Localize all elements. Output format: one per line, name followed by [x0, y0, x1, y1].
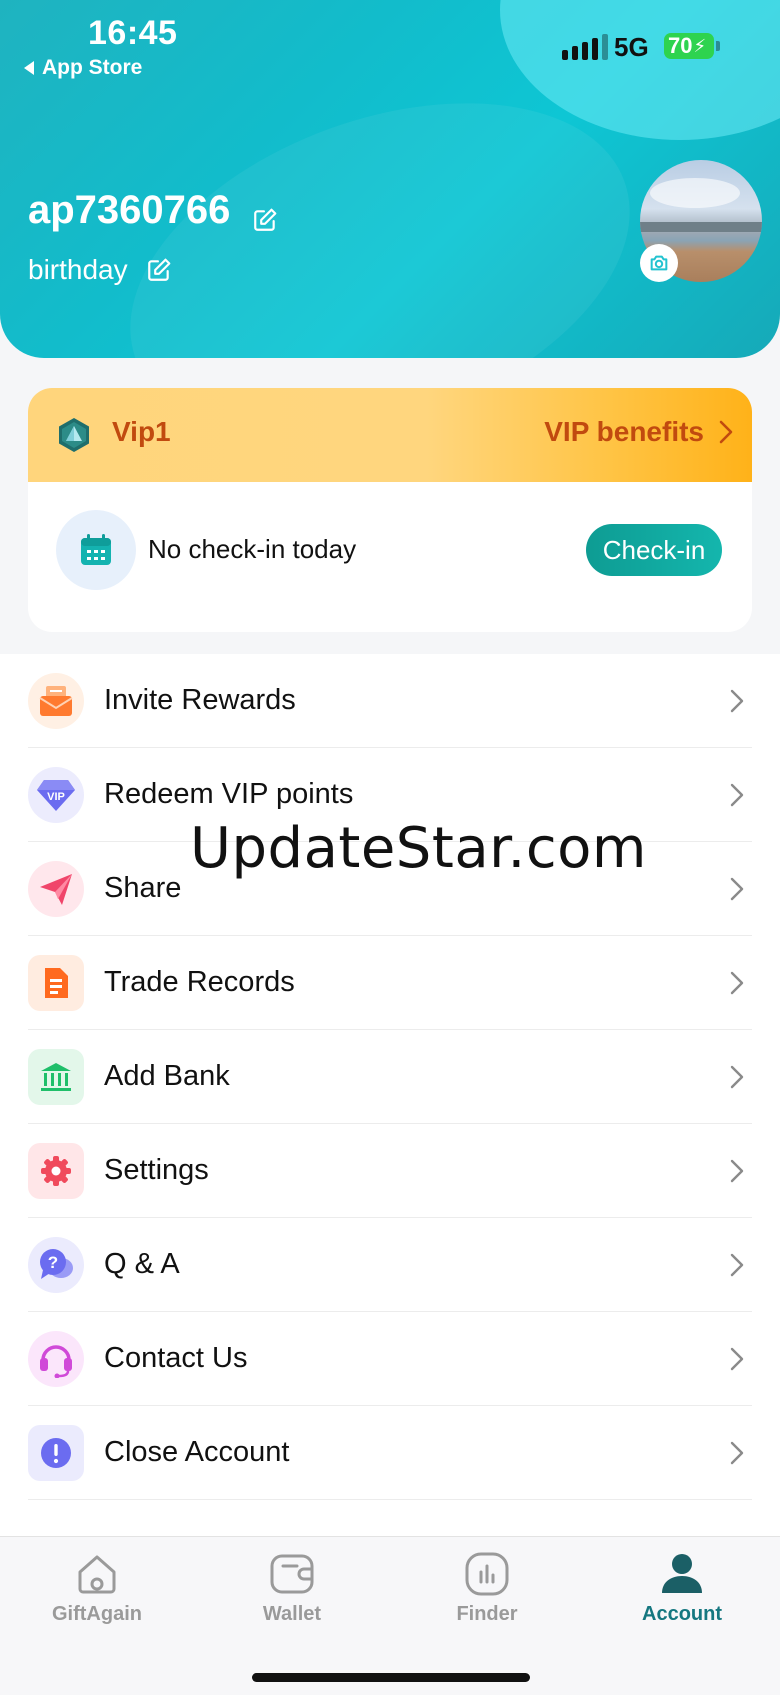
chevron-right-icon: [730, 1065, 744, 1089]
chevron-right-icon: [730, 971, 744, 995]
network-type: 5G: [614, 32, 649, 62]
document-icon: [28, 954, 84, 1011]
paper-plane-icon: [28, 860, 84, 917]
back-to-app-store[interactable]: App Store: [24, 56, 142, 80]
calendar-icon: [81, 534, 111, 565]
alert-icon: [28, 1424, 84, 1481]
tab-giftagain[interactable]: GiftAgain: [22, 1551, 172, 1626]
chevron-right-icon: [730, 1347, 744, 1371]
chevron-right-icon: [730, 1159, 744, 1183]
vip-level: Vip1: [112, 416, 171, 447]
birthday-row: birthday: [28, 254, 172, 286]
chevron-right-icon: [719, 420, 733, 444]
battery-level: 70: [668, 33, 693, 58]
edit-username-icon[interactable]: [252, 198, 278, 231]
home-indicator: [252, 1673, 530, 1682]
status-time: 16:45: [88, 14, 178, 52]
vip-gem-icon: [59, 418, 89, 452]
menu-label: Close Account: [104, 1436, 290, 1468]
edit-birthday-icon[interactable]: [146, 257, 172, 283]
calendar-icon-wrap: [56, 510, 136, 590]
charging-bolt-icon: ⚡: [693, 36, 707, 56]
tab-account[interactable]: Account: [607, 1551, 757, 1626]
menu-label: Add Bank: [104, 1060, 230, 1092]
svg-text:?: ?: [48, 1253, 58, 1272]
menu-item-settings[interactable]: Settings: [28, 1124, 752, 1218]
vip-benefits-label: VIP benefits: [544, 416, 704, 447]
wallet-icon: [270, 1554, 314, 1594]
signal-icon: [562, 34, 608, 60]
tab-label: Wallet: [262, 1603, 322, 1625]
bank-icon: [28, 1048, 84, 1105]
profile-header: 16:45 App Store 5G 70 ⚡ ap7360766 birthd…: [0, 0, 780, 358]
username-row: ap7360766: [28, 188, 278, 233]
camera-icon[interactable]: [640, 244, 678, 282]
menu-label: Settings: [104, 1154, 209, 1186]
menu-label: Invite Rewards: [104, 684, 296, 716]
menu-label: Q & A: [104, 1248, 180, 1280]
question-bubble-icon: ?: [28, 1236, 84, 1293]
svg-text:VIP: VIP: [47, 791, 65, 803]
vip-bar[interactable]: Vip1 VIP benefits: [28, 388, 752, 482]
battery-icon: 70 ⚡: [664, 33, 714, 59]
finder-chart-icon: [465, 1552, 509, 1596]
gear-icon: [28, 1142, 84, 1199]
tab-label: Finder: [456, 1603, 518, 1625]
menu-item-invite-rewards[interactable]: Invite Rewards: [28, 654, 752, 748]
account-menu: Invite Rewards VIP Redeem VIP points Sha…: [0, 654, 780, 1536]
watermark: UpdateStar.com: [190, 816, 647, 881]
menu-item-close-account[interactable]: Close Account: [28, 1406, 752, 1500]
checkin-button[interactable]: Check-in: [586, 524, 722, 576]
chevron-right-icon: [730, 1441, 744, 1465]
tab-finder[interactable]: Finder: [412, 1551, 562, 1626]
menu-label: Trade Records: [104, 966, 295, 998]
chevron-right-icon: [730, 1253, 744, 1277]
account-icon: [662, 1554, 702, 1593]
bottom-tab-bar: GiftAgain Wallet Finder Account: [0, 1536, 780, 1695]
chevron-right-icon: [730, 877, 744, 901]
vip-benefits-link[interactable]: VIP benefits: [544, 416, 734, 448]
tab-label: Account: [642, 1603, 722, 1625]
menu-item-contact-us[interactable]: Contact Us: [28, 1312, 752, 1406]
menu-item-q-and-a[interactable]: ? Q & A: [28, 1218, 752, 1312]
home-icon: [78, 1555, 116, 1594]
chevron-right-icon: [730, 783, 744, 807]
menu-label: Contact Us: [104, 1342, 248, 1374]
envelope-icon: [28, 672, 84, 729]
vip-card: Vip1 VIP benefits No check-in today Chec…: [28, 388, 752, 632]
menu-label: Redeem VIP points: [104, 778, 354, 810]
tab-wallet[interactable]: Wallet: [217, 1551, 367, 1626]
back-label: App Store: [42, 56, 143, 79]
back-arrow-icon: [24, 61, 34, 75]
birthday-label: birthday: [28, 254, 128, 285]
checkin-status: No check-in today: [148, 534, 357, 564]
menu-item-add-bank[interactable]: Add Bank: [28, 1030, 752, 1124]
vip-diamond-icon: VIP: [28, 766, 84, 823]
menu-label: Share: [104, 872, 182, 904]
menu-item-trade-records[interactable]: Trade Records: [28, 936, 752, 1030]
chevron-right-icon: [730, 689, 744, 713]
battery-tip: [716, 41, 720, 51]
tab-label: GiftAgain: [52, 1603, 142, 1625]
username: ap7360766: [28, 188, 231, 232]
headset-icon: [28, 1330, 84, 1387]
